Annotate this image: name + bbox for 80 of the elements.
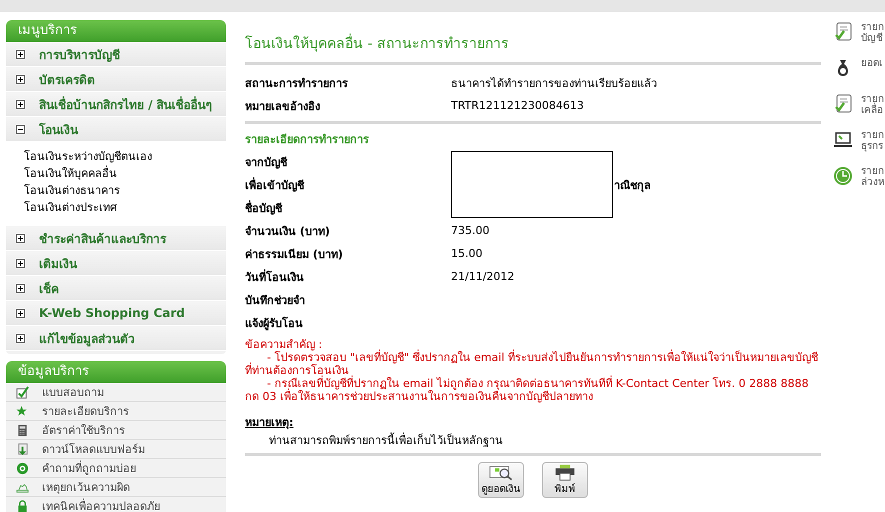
info-link[interactable]: แบบสอบถาม xyxy=(6,383,226,402)
field-label: จากบัญชี xyxy=(245,154,288,170)
field-label: หมายเลขอ้างอิง xyxy=(245,98,321,114)
note-title: หมายเหตุ: xyxy=(245,415,294,431)
print-button[interactable]: พิมพ์ xyxy=(542,462,588,498)
laptop-icon xyxy=(833,130,853,150)
field-label: สถานะการทำรายการ xyxy=(245,76,349,92)
expand-icon[interactable] xyxy=(16,284,25,292)
shortcut-text: รายก xyxy=(861,94,884,105)
field-label: ชื่อบัญชี xyxy=(245,199,284,216)
clock-icon xyxy=(833,166,853,186)
info-link[interactable]: รายละเอียดบริการ xyxy=(6,402,226,421)
shortcut-text: ธุรกร xyxy=(861,141,884,152)
lock-icon xyxy=(16,500,29,512)
expand-icon[interactable] xyxy=(16,234,25,242)
star-icon xyxy=(16,404,29,418)
field-value: 735.00 xyxy=(451,224,490,237)
document-check-icon xyxy=(833,22,853,42)
shortcut-text: รายก xyxy=(861,130,884,141)
field-label: แจ้งผู้รับโอน xyxy=(245,316,304,332)
expand-icon[interactable] xyxy=(16,334,25,342)
notice-title: ข้อความสำคัญ : xyxy=(245,338,324,351)
shortcut-link[interactable]: รายก ธุรกร xyxy=(833,130,885,166)
calculator-icon xyxy=(16,424,29,436)
page-title: โอนเงินให้บุคคลอื่น - สถานะการทำรายการ xyxy=(245,32,821,54)
submenu-link[interactable]: โอนเงินระหว่างบัญชีตนเอง xyxy=(24,148,226,165)
info-link[interactable]: อัตราค่าใช้บริการ xyxy=(6,421,226,440)
download-icon xyxy=(16,442,29,456)
field-label: จำนวนเงิน (บาท) xyxy=(245,224,331,240)
document-check-icon xyxy=(833,94,853,114)
field-value: าณิชกุล xyxy=(614,178,651,194)
expand-icon[interactable] xyxy=(16,100,25,108)
shortcut-text: รายก xyxy=(861,166,885,177)
expand-icon[interactable] xyxy=(16,50,25,58)
notice-text: - โปรดตรวจสอบ "เลขที่บัญชี" ซึ่งปรากฏใน email ที่ระบบส่งไปยืนยันการทำรายการเพื่อให้แน่ใจว่าเป็นหมายเลขบัญชีที่ท่านต้องการโอนเงิน xyxy=(245,351,819,377)
field-value: 21/11/2012 xyxy=(451,270,514,283)
menu-label: K-Web Shopping Card xyxy=(39,306,185,320)
menu-label: ชำระค่าสินค้าและบริการ xyxy=(39,230,166,248)
field-value: ธนาคารได้ทำรายการของท่านเรียบร้อยแล้ว xyxy=(451,76,657,92)
panel-title: เมนูบริการ xyxy=(6,20,226,42)
info-link[interactable]: ดาวน์โหลดแบบฟอร์ม xyxy=(6,440,226,459)
panel-title: ข้อมูลบริการ xyxy=(6,361,226,383)
checkmark-icon xyxy=(16,386,29,398)
notice-text: - กรณีเลขที่บัญชีที่ปรากฏใน email ไม่ถูกต้อง กรุณาติดต่อธนาคารทันทีที่ K-Contact Center โทร. 0 2888 8888 กด 03 เพื่อให้ธนาคารช่วยประสานงานในการขอเงินคืนจากบัญชีปลายทาง xyxy=(245,377,810,403)
menu-label: เติมเงิน xyxy=(39,256,77,272)
shortcut-link[interactable]: รายก บัญชี xyxy=(833,22,885,58)
field-value: TRTR121121230084613 xyxy=(451,99,584,112)
expand-icon[interactable] xyxy=(16,308,25,318)
field-label: วันที่โอนเงิน xyxy=(245,268,305,286)
field-label: ค่าธรรมเนียม (บาท) xyxy=(245,246,344,262)
shortcut-text: บัญชี xyxy=(861,33,884,44)
submenu-link[interactable]: โอนเงินให้บุคคลอื่น xyxy=(24,165,226,182)
menu-label: แก้ไขข้อมูลส่วนตัว xyxy=(39,330,135,348)
shortcut-link[interactable]: รายก ล่วงห xyxy=(833,166,885,202)
menu-label: การบริหารบัญชี xyxy=(39,46,120,64)
shortcut-text: เคลื่อ xyxy=(861,105,884,116)
shortcut-text: ล่วงห xyxy=(861,177,885,188)
expand-icon[interactable] xyxy=(16,258,25,268)
menu-label: โอนเงิน xyxy=(39,122,78,138)
shortcut-link[interactable]: ยอดเ xyxy=(833,58,885,94)
view-balance-button[interactable]: ดูยอดเงิน xyxy=(478,462,524,498)
info-link[interactable]: เหตุยกเว้นความผิด xyxy=(6,478,226,497)
submenu-link[interactable]: โอนเงินต่างประเทศ xyxy=(24,199,226,216)
collapse-icon[interactable] xyxy=(16,124,25,134)
shortcut-text: รายก xyxy=(861,22,884,33)
shortcut-link[interactable]: รายก เคลื่อ xyxy=(833,94,885,130)
submenu-link[interactable]: โอนเงินต่างธนาคาร xyxy=(24,182,226,199)
field-label: เพื่อเข้าบัญชี xyxy=(245,176,306,194)
info-link[interactable]: คำถามที่ถูกถามบ่อย xyxy=(6,459,226,478)
question-icon xyxy=(16,462,29,474)
menu-label: สินเชื่อบ้านกสิกรไทย / สินเชื่ออื่นๆ xyxy=(39,95,212,114)
field-value: 15.00 xyxy=(451,247,482,260)
section-title: รายละเอียดการทำรายการ xyxy=(245,132,370,148)
menu-label: เช็ค xyxy=(39,280,59,298)
info-link[interactable]: เทคนิคเพื่อความปลอดภัย xyxy=(6,497,226,512)
menu-label: บัตรเครดิต xyxy=(39,72,95,88)
field-label: บันทึกช่วยจำ xyxy=(245,292,306,308)
note-text: ท่านสามารถพิมพ์รายการนี้เพื่อเก็บไว้เป็นหลักฐาน xyxy=(268,432,504,449)
shortcut-text: ยอดเ xyxy=(861,58,882,69)
expand-icon[interactable] xyxy=(16,74,25,84)
